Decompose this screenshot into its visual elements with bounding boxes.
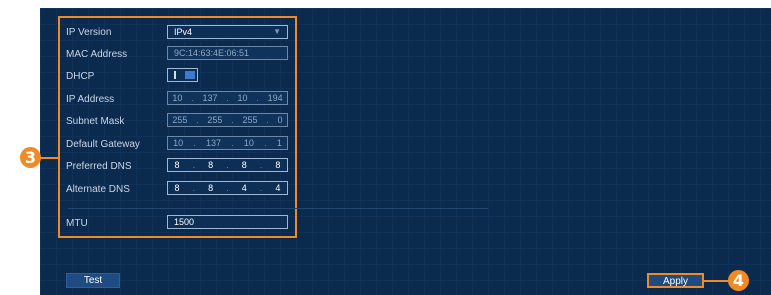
ip-octet: 10 [237, 93, 248, 103]
ip-version-select[interactable]: IPv4 ▼ [167, 25, 288, 39]
chevron-down-icon: ▼ [273, 27, 281, 36]
dns-octet: 8 [174, 160, 180, 170]
ip-address-field[interactable]: 10. 137. 10. 194 [167, 91, 288, 105]
dns-octet: 8 [208, 183, 214, 193]
toggle-knob [185, 71, 195, 79]
alternate-dns-label: Alternate DNS [66, 184, 130, 195]
preferred-dns-label: Preferred DNS [66, 161, 132, 172]
octet-separator: . [191, 93, 194, 103]
subnet-mask-label: Subnet Mask [66, 116, 125, 127]
step-3-badge: 3 [20, 147, 41, 168]
preferred-dns-field[interactable]: 8. 8. 8. 8 [167, 158, 288, 172]
subnet-mask-field[interactable]: 255. 255. 255. 0 [167, 113, 288, 127]
gateway-octet: 10 [243, 138, 254, 148]
octet-separator: . [259, 183, 263, 193]
ip-octet: 137 [202, 93, 218, 103]
gateway-octet: 137 [206, 138, 222, 148]
dns-octet: 4 [241, 183, 247, 193]
step-4-connector [704, 280, 730, 282]
octet-separator: . [266, 115, 269, 125]
octet-separator: . [196, 115, 199, 125]
mac-address-field: 9C:14:63:4E:06:51 [167, 46, 288, 60]
ip-octet: 10 [172, 93, 183, 103]
subnet-octet: 255 [242, 115, 258, 125]
octet-separator: . [256, 93, 259, 103]
gateway-octet: 10 [173, 138, 184, 148]
test-button[interactable]: Test [66, 273, 120, 288]
ip-version-label: IP Version [66, 27, 112, 38]
octet-separator: . [231, 115, 234, 125]
octet-separator: . [226, 160, 229, 170]
octet-separator: . [192, 160, 196, 170]
dns-octet: 8 [275, 160, 281, 170]
octet-separator: . [226, 183, 229, 193]
default-gateway-field[interactable]: 10. 137. 10. 1 [167, 136, 288, 150]
separator-line [68, 208, 488, 209]
mac-address-label: MAC Address [66, 49, 128, 60]
alternate-dns-field[interactable]: 8. 8. 4. 4 [167, 181, 288, 195]
ip-address-label: IP Address [66, 94, 115, 105]
dns-octet: 8 [208, 160, 214, 170]
gateway-octet: 1 [276, 138, 282, 148]
octet-separator: . [193, 138, 196, 148]
dns-octet: 8 [174, 183, 180, 193]
dns-octet: 4 [275, 183, 281, 193]
mtu-label: MTU [66, 218, 88, 229]
dns-octet: 8 [241, 160, 247, 170]
default-gateway-label: Default Gateway [66, 139, 140, 150]
dhcp-toggle[interactable] [167, 68, 198, 82]
step-3-connector [40, 157, 59, 159]
subnet-octet: 255 [172, 115, 188, 125]
apply-button[interactable]: Apply [647, 273, 704, 288]
octet-separator: . [231, 138, 234, 148]
dhcp-label: DHCP [66, 71, 95, 82]
octet-separator: . [192, 183, 196, 193]
subnet-octet: 255 [207, 115, 223, 125]
octet-separator: . [264, 138, 267, 148]
mtu-field[interactable]: 1500 [167, 215, 288, 229]
subnet-octet: 0 [277, 115, 283, 125]
step-4-badge: 4 [728, 270, 749, 291]
ip-version-value: IPv4 [174, 27, 193, 37]
octet-separator: . [259, 160, 263, 170]
octet-separator: . [226, 93, 229, 103]
toggle-on-mark [174, 71, 176, 79]
ip-octet: 194 [267, 93, 283, 103]
